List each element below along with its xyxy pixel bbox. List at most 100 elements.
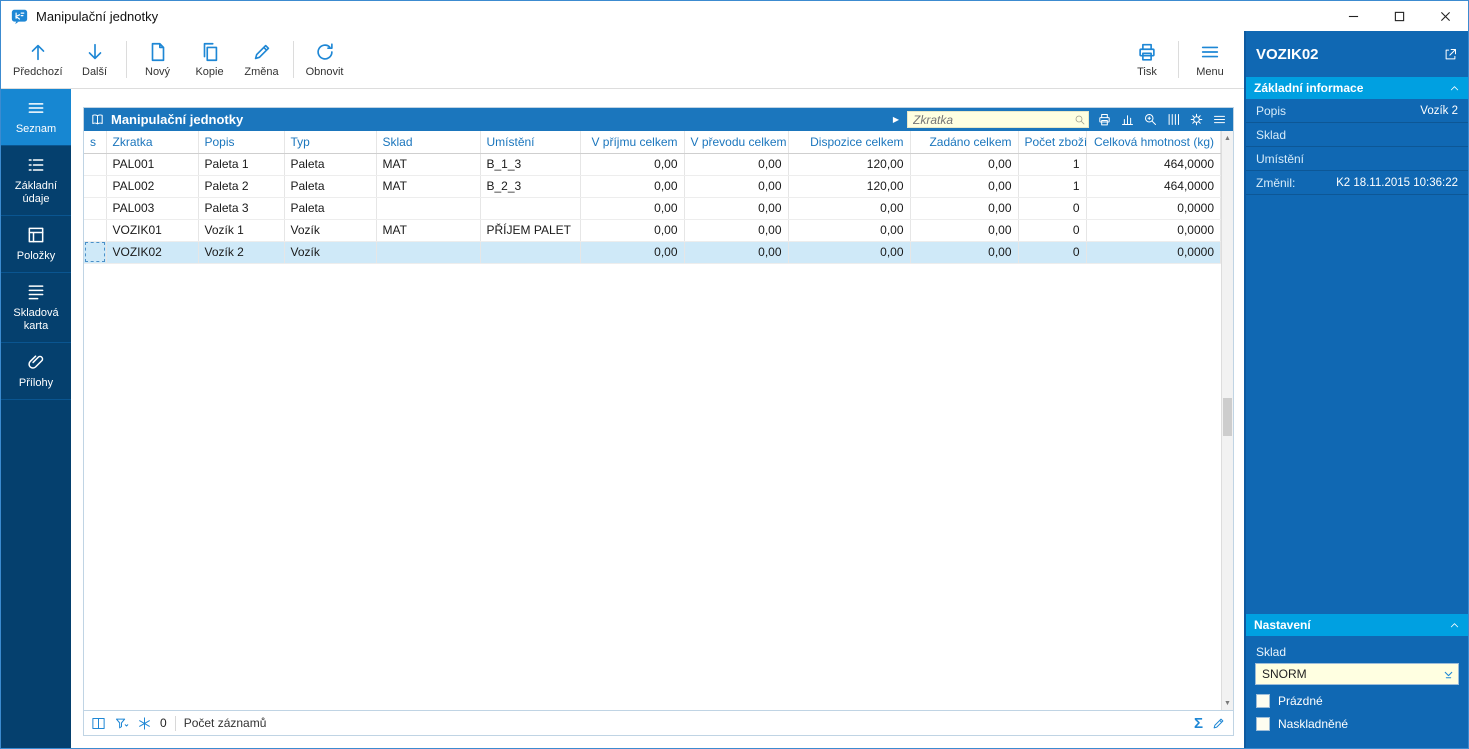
checkbox-prazdne[interactable]: Prázdné bbox=[1256, 694, 1458, 708]
table-cell[interactable] bbox=[84, 153, 107, 176]
table-cell[interactable]: MAT bbox=[376, 153, 481, 176]
grid-columns-icon[interactable] bbox=[1166, 112, 1181, 127]
checkbox-box[interactable] bbox=[1256, 694, 1270, 708]
scroll-up-button[interactable]: ▲ bbox=[1222, 131, 1233, 145]
grid-find-icon[interactable] bbox=[1143, 112, 1158, 127]
table-cell[interactable]: 0,00 bbox=[580, 153, 685, 176]
table-cell[interactable]: B_2_3 bbox=[480, 175, 581, 198]
sidebar-item-prilohy[interactable]: Přílohy bbox=[1, 343, 71, 400]
table-cell[interactable]: 120,00 bbox=[788, 175, 911, 198]
table-cell[interactable] bbox=[84, 219, 107, 242]
next-button[interactable]: Další bbox=[68, 33, 121, 86]
table-cell[interactable]: Paleta bbox=[284, 153, 377, 176]
table-row-VOZIK02[interactable]: VOZIK02 Vozík 2 Vozík 0,00 0,00 0,00 0,00 0 0,00… bbox=[84, 241, 1221, 264]
close-button[interactable] bbox=[1422, 1, 1468, 31]
table-cell[interactable]: 0,00 bbox=[684, 197, 789, 220]
column-header-10[interactable]: Počet zboží bbox=[1018, 131, 1087, 154]
table-cell[interactable]: 120,00 bbox=[788, 153, 911, 176]
table-cell[interactable] bbox=[84, 175, 107, 198]
grid-print-icon[interactable] bbox=[1097, 112, 1112, 127]
table-row-VOZIK01[interactable]: VOZIK01 Vozík 1 Vozík MAT PŘÍJEM PALET 0,00 0,… bbox=[84, 219, 1221, 242]
column-header-9[interactable]: Zadáno celkem bbox=[910, 131, 1019, 154]
checkbox-naskladnene[interactable]: Naskladněné bbox=[1256, 717, 1458, 731]
table-cell[interactable]: 0,0000 bbox=[1086, 197, 1221, 220]
table-cell[interactable]: Paleta 2 bbox=[198, 175, 285, 198]
table-cell[interactable]: 464,0000 bbox=[1086, 175, 1221, 198]
table-cell[interactable] bbox=[84, 241, 107, 264]
column-header-3[interactable]: Typ bbox=[284, 131, 377, 154]
grid-menu-icon[interactable] bbox=[1212, 112, 1227, 127]
column-header-11[interactable]: Celková hmotnost (kg) bbox=[1086, 131, 1221, 154]
table-cell[interactable]: Paleta bbox=[284, 197, 377, 220]
table-row-PAL002[interactable]: PAL002 Paleta 2 Paleta MAT B_2_3 0,00 0,00 120,… bbox=[84, 175, 1221, 198]
layout-columns-icon[interactable] bbox=[91, 716, 106, 731]
sidebar-item-zakladni-udaje[interactable]: Základní údaje bbox=[1, 146, 71, 216]
column-header-7[interactable]: V převodu celkem bbox=[684, 131, 789, 154]
table-cell[interactable]: 0,00 bbox=[684, 219, 789, 242]
table-cell[interactable]: MAT bbox=[376, 175, 481, 198]
table-cell[interactable]: PAL003 bbox=[106, 197, 199, 220]
table-cell[interactable]: VOZIK02 bbox=[106, 241, 199, 264]
scroll-thumb[interactable] bbox=[1223, 398, 1232, 437]
minimize-button[interactable] bbox=[1330, 1, 1376, 31]
table-cell[interactable]: 0,0000 bbox=[1086, 241, 1221, 264]
column-header-2[interactable]: Popis bbox=[198, 131, 285, 154]
table-cell[interactable]: VOZIK01 bbox=[106, 219, 199, 242]
table-cell[interactable]: Vozík bbox=[284, 219, 377, 242]
table-cell[interactable]: 0,00 bbox=[580, 197, 685, 220]
grid-scroll-right-icon[interactable]: ▶ bbox=[893, 115, 899, 124]
section-zakladni-informace[interactable]: Základní informace bbox=[1246, 77, 1468, 99]
table-cell[interactable]: 464,0000 bbox=[1086, 153, 1221, 176]
table-cell[interactable]: PAL001 bbox=[106, 153, 199, 176]
edit-button[interactable]: Změna bbox=[235, 33, 288, 86]
column-header-8[interactable]: Dispozice celkem bbox=[788, 131, 911, 154]
table-cell[interactable]: 0,00 bbox=[788, 197, 911, 220]
table-row-PAL003[interactable]: PAL003 Paleta 3 Paleta 0,00 0,00 0,00 0,00 0 0,0… bbox=[84, 197, 1221, 220]
quick-search-input[interactable] bbox=[907, 111, 1089, 128]
table-cell[interactable]: Paleta 1 bbox=[198, 153, 285, 176]
table-cell[interactable]: 0,00 bbox=[910, 153, 1019, 176]
table-cell[interactable]: 0,0000 bbox=[1086, 219, 1221, 242]
column-header-1[interactable]: Zkratka bbox=[106, 131, 199, 154]
table-cell[interactable]: 0,00 bbox=[910, 197, 1019, 220]
freeze-icon[interactable] bbox=[137, 716, 152, 731]
table-cell[interactable]: 0,00 bbox=[910, 219, 1019, 242]
column-header-5[interactable]: Umístění bbox=[480, 131, 581, 154]
column-header-4[interactable]: Sklad bbox=[376, 131, 481, 154]
table-cell[interactable]: Paleta bbox=[284, 175, 377, 198]
table-cell[interactable]: 0,00 bbox=[580, 241, 685, 264]
table-cell[interactable] bbox=[376, 241, 481, 264]
table-cell[interactable]: 0,00 bbox=[684, 153, 789, 176]
table-cell[interactable]: 0 bbox=[1018, 241, 1087, 264]
table-cell[interactable]: 0,00 bbox=[788, 241, 911, 264]
table-cell[interactable]: 0 bbox=[1018, 197, 1087, 220]
table-cell[interactable] bbox=[84, 197, 107, 220]
open-in-window-icon[interactable] bbox=[1443, 47, 1458, 62]
sum-icon[interactable]: Σ bbox=[1194, 716, 1203, 731]
vertical-scrollbar[interactable]: ▲ ▼ bbox=[1221, 131, 1233, 710]
grid-chart-icon[interactable] bbox=[1120, 112, 1135, 127]
table-cell[interactable]: 0,00 bbox=[910, 175, 1019, 198]
sklad-combobox[interactable]: SNORM bbox=[1255, 663, 1459, 685]
sidebar-item-polozky[interactable]: Položky bbox=[1, 216, 71, 273]
table-cell[interactable]: PŘÍJEM PALET bbox=[480, 219, 581, 242]
maximize-button[interactable] bbox=[1376, 1, 1422, 31]
sidebar-item-seznam[interactable]: Seznam bbox=[1, 89, 71, 146]
table-cell[interactable]: B_1_3 bbox=[480, 153, 581, 176]
refresh-button[interactable]: Obnovit bbox=[298, 33, 351, 86]
section-nastaveni[interactable]: Nastavení bbox=[1246, 614, 1468, 636]
table-cell[interactable]: 0,00 bbox=[684, 175, 789, 198]
filter-icon[interactable] bbox=[114, 716, 129, 731]
table-cell[interactable]: Vozík 2 bbox=[198, 241, 285, 264]
new-button[interactable]: Nový bbox=[131, 33, 184, 86]
table-cell[interactable] bbox=[480, 197, 581, 220]
previous-button[interactable]: Předchozí bbox=[7, 33, 69, 86]
column-header-6[interactable]: V příjmu celkem bbox=[580, 131, 685, 154]
menu-button[interactable]: Menu bbox=[1184, 33, 1236, 86]
print-button[interactable]: Tisk bbox=[1121, 33, 1173, 86]
table-cell[interactable] bbox=[376, 197, 481, 220]
table-cell[interactable]: 0 bbox=[1018, 219, 1087, 242]
checkbox-box[interactable] bbox=[1256, 717, 1270, 731]
copy-button[interactable]: Kopie bbox=[183, 33, 236, 86]
table-cell[interactable]: Vozík 1 bbox=[198, 219, 285, 242]
